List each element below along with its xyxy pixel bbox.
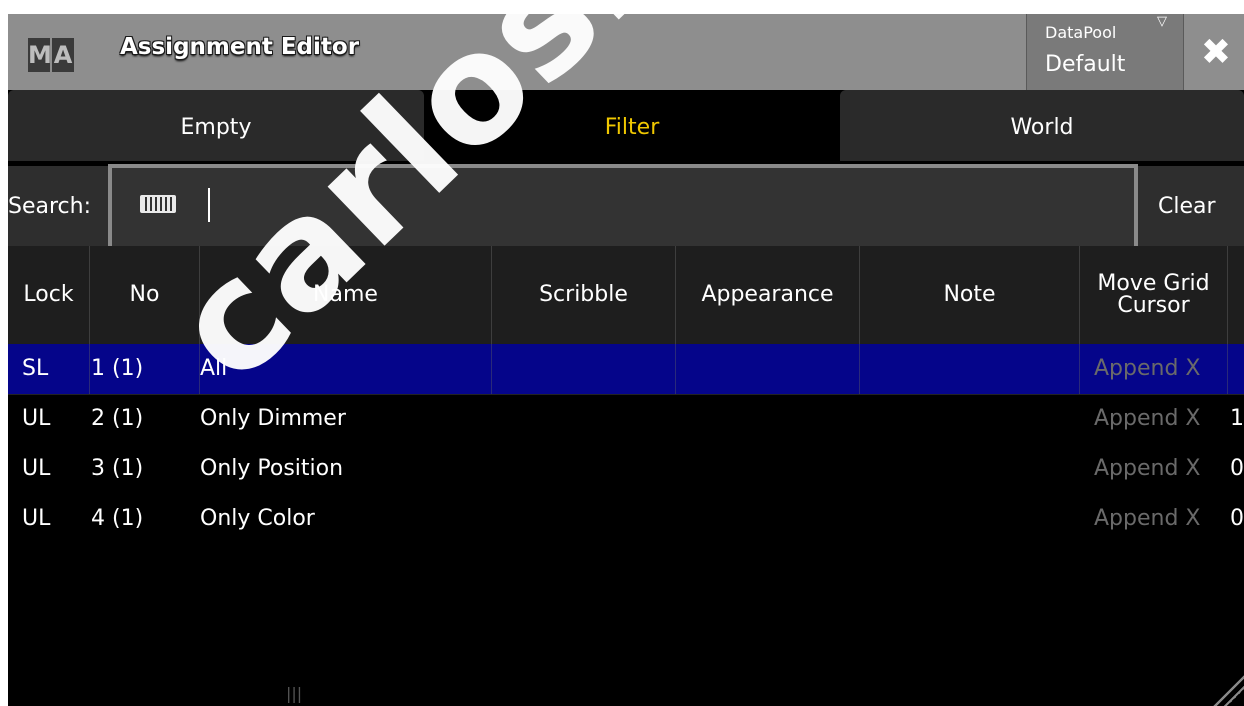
column-header-scribble[interactable]: Scribble — [492, 246, 676, 344]
column-header-note[interactable]: Note — [860, 246, 1080, 344]
search-bar: Search: Clear — [8, 164, 1244, 252]
resize-handle-icon[interactable] — [1208, 674, 1244, 706]
window-title: Assignment Editor — [120, 34, 360, 60]
table-row[interactable]: UL 3 (1) Only Position Append X 0 — [8, 444, 1244, 494]
table-row[interactable]: UL 2 (1) Only Dimmer Append X 1 — [8, 394, 1244, 444]
ma-logo: M A — [28, 38, 76, 72]
name-cell: Only Color — [200, 506, 315, 531]
extra-cell: 0 — [1230, 456, 1244, 481]
dropdown-arrow-icon: ▽ — [1157, 14, 1167, 29]
number-cell: 1 (1) — [90, 344, 200, 394]
extra-cell: 1 — [1230, 406, 1244, 431]
note-cell — [860, 344, 1080, 394]
lock-cell: SL — [8, 344, 90, 394]
assignment-editor-window: M A Assignment Editor DataPool Default ▽… — [8, 14, 1244, 706]
scroll-grip-icon[interactable]: ||| — [286, 684, 314, 706]
clear-button[interactable]: Clear — [1158, 194, 1216, 219]
extra-cell — [1230, 344, 1244, 394]
lock-cell: UL — [22, 456, 51, 481]
move-grid-cursor-cell: Append X — [1094, 406, 1201, 431]
datapool-value: Default — [1045, 52, 1126, 77]
lock-cell: UL — [22, 506, 51, 531]
name-cell: Only Dimmer — [200, 406, 346, 431]
scribble-cell — [492, 344, 676, 394]
tab-world[interactable]: World — [840, 90, 1244, 161]
extra-cell: 0 — [1230, 506, 1244, 531]
close-button[interactable]: ✖ — [1188, 14, 1244, 90]
logo-letter-m: M — [28, 38, 52, 72]
move-grid-cursor-cell: Append X — [1094, 506, 1201, 531]
name-cell: Only Position — [200, 456, 344, 481]
number-cell: 3 (1) — [91, 456, 144, 481]
lock-cell: UL — [22, 406, 51, 431]
column-header-lock[interactable]: Lock — [8, 246, 90, 344]
number-cell: 2 (1) — [91, 406, 144, 431]
table-row[interactable]: UL 4 (1) Only Color Append X 0 — [8, 494, 1244, 544]
move-grid-cursor-cell: Append X — [1080, 344, 1228, 394]
logo-letter-a: A — [52, 38, 74, 72]
text-caret — [208, 188, 210, 222]
tab-bar: Empty Filter World — [8, 90, 1244, 166]
datapool-selector[interactable]: DataPool Default ▽ — [1026, 14, 1184, 90]
appearance-cell — [676, 344, 860, 394]
column-header-move-grid-cursor[interactable]: Move Grid Cursor — [1080, 246, 1228, 344]
column-header-appearance[interactable]: Appearance — [676, 246, 860, 344]
datapool-label: DataPool — [1045, 23, 1117, 42]
keyboard-icon[interactable] — [140, 195, 176, 213]
number-cell: 4 (1) — [91, 506, 144, 531]
table-row[interactable]: SL 1 (1) All Append X — [8, 344, 1244, 395]
search-label: Search: — [8, 194, 91, 219]
move-grid-cursor-cell: Append X — [1094, 456, 1201, 481]
